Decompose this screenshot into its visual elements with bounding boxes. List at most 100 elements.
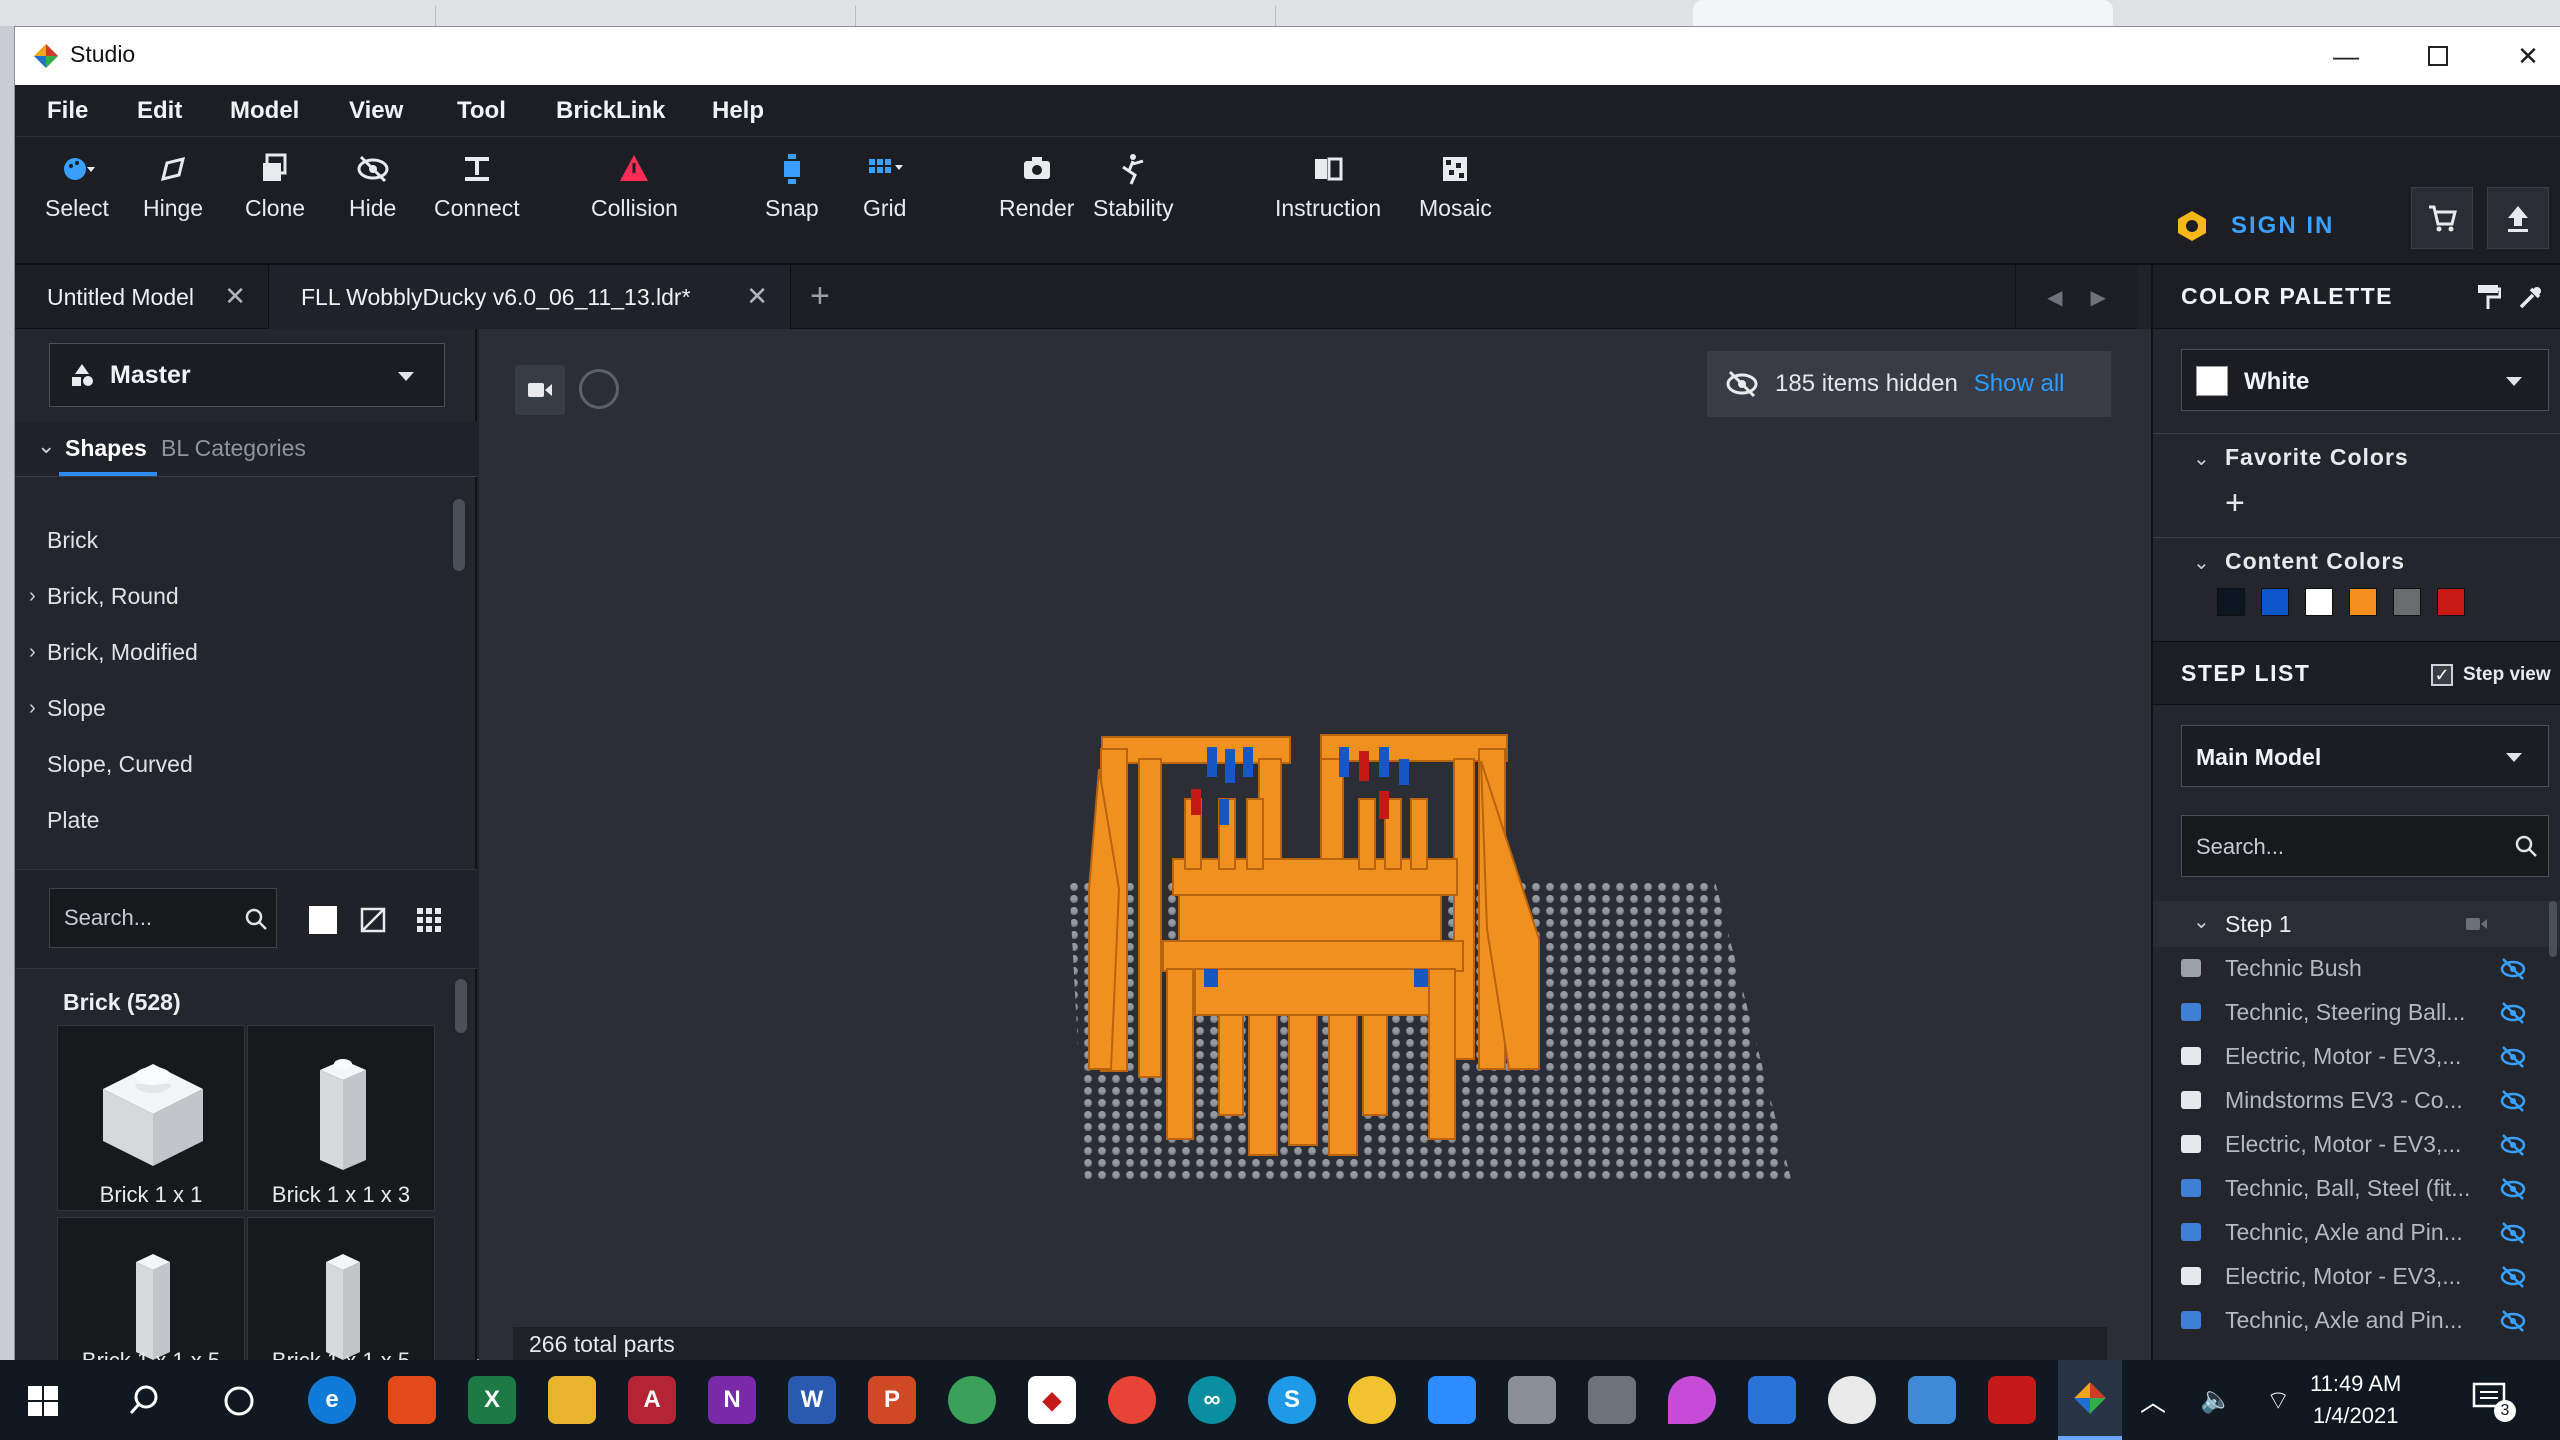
color-filter-white-icon[interactable] <box>309 906 337 934</box>
step-list-scrollbar[interactable] <box>2549 901 2557 957</box>
chevron-down-icon[interactable]: ⌄ <box>2193 550 2210 575</box>
clock-app-icon[interactable] <box>1828 1376 1876 1424</box>
maximize-button[interactable] <box>2415 33 2461 79</box>
grid-tool-button[interactable]: Grid <box>863 151 906 222</box>
stability-tool-button[interactable]: Stability <box>1093 151 1174 222</box>
volume-icon[interactable]: 🔈 <box>2200 1384 2232 1415</box>
palette-master-select[interactable]: Master <box>49 343 445 407</box>
mosaic-tool-button[interactable]: Mosaic <box>1419 151 1492 222</box>
cart-button[interactable] <box>2411 187 2473 249</box>
select-tool-button[interactable]: Select <box>45 151 109 222</box>
menu-view[interactable]: View <box>349 97 403 125</box>
office-icon[interactable] <box>388 1376 436 1424</box>
step-part-row[interactable]: Technic Bush <box>2153 947 2560 991</box>
camera-app-icon[interactable] <box>1588 1376 1636 1424</box>
part-tile[interactable]: Brick 1 x 1 <box>57 1025 245 1211</box>
content-color-swatch[interactable] <box>2437 588 2465 616</box>
step-part-row[interactable]: Electric, Motor - EV3,... <box>2153 1255 2560 1299</box>
chevron-down-icon[interactable]: ⌄ <box>37 433 55 459</box>
powerpoint-icon[interactable]: P <box>868 1376 916 1424</box>
part-tile[interactable]: Brick 1 x 1 x 5 <box>57 1217 245 1373</box>
hinge-tool-button[interactable]: Hinge <box>143 151 203 222</box>
new-tab-plus-icon[interactable]: + <box>810 277 830 316</box>
close-tab-icon[interactable]: ✕ <box>224 281 246 312</box>
content-color-swatch[interactable] <box>2393 588 2421 616</box>
photos-icon[interactable] <box>1908 1376 1956 1424</box>
notifications-button[interactable]: 3 <box>2472 1382 2516 1422</box>
menu-edit[interactable]: Edit <box>137 97 182 125</box>
category-brick[interactable]: Brick <box>47 527 98 554</box>
eye-slash-icon[interactable] <box>2499 1265 2527 1289</box>
palette-filter-icon[interactable] <box>359 906 387 934</box>
category-scrollbar[interactable] <box>453 499 465 571</box>
tab-shapes[interactable]: Shapes <box>65 435 147 462</box>
render-tool-button[interactable]: Render <box>999 151 1074 222</box>
menu-tool[interactable]: Tool <box>457 97 506 125</box>
wifi-icon[interactable]: ⌔ <box>2266 1384 2290 1417</box>
content-color-swatch[interactable] <box>2261 588 2289 616</box>
chevron-down-icon[interactable]: ⌄ <box>2193 446 2210 471</box>
paint-roller-icon[interactable] <box>2475 283 2501 311</box>
eye-slash-icon[interactable] <box>2499 1221 2527 1245</box>
category-slope-curved[interactable]: Slope, Curved <box>47 751 193 778</box>
instruction-tool-button[interactable]: Instruction <box>1275 151 1381 222</box>
category-brick-round[interactable]: › Brick, Round <box>29 583 179 610</box>
add-favorite-color-icon[interactable]: + <box>2225 484 2245 523</box>
step-camera-icon[interactable] <box>2465 915 2489 933</box>
menu-bricklink[interactable]: BrickLink <box>556 97 665 125</box>
tab-scroll-left-icon[interactable]: ◀ <box>2047 285 2062 310</box>
model-select[interactable]: Main Model <box>2181 725 2549 787</box>
minimize-button[interactable]: — <box>2323 33 2369 79</box>
file-explorer-icon[interactable] <box>548 1376 596 1424</box>
tab-fll-wobblyducky[interactable]: FLL WobblyDucky v6.0_06_11_13.ldr* ✕ <box>269 265 791 329</box>
word-icon[interactable]: W <box>788 1376 836 1424</box>
tab-untitled-model[interactable]: Untitled Model ✕ <box>15 265 269 329</box>
arduino-icon[interactable]: ∞ <box>1188 1376 1236 1424</box>
system-clock[interactable]: 11:49 AM 1/4/2021 <box>2310 1368 2401 1432</box>
clone-tool-button[interactable]: Clone <box>245 151 305 222</box>
category-plate[interactable]: Plate <box>47 807 99 834</box>
3d-viewport[interactable]: 185 items hidden Show all 266 total part… <box>479 329 2151 1361</box>
windows-start-icon[interactable] <box>28 1386 58 1416</box>
snap-tool-button[interactable]: Snap <box>765 151 819 222</box>
calendar-icon[interactable] <box>1748 1376 1796 1424</box>
content-color-swatch[interactable] <box>2305 588 2333 616</box>
part-tile[interactable]: Brick 1 x 1 x 5 <box>247 1217 435 1373</box>
weather-icon[interactable] <box>1348 1376 1396 1424</box>
part-tile[interactable]: Brick 1 x 1 x 3 <box>247 1025 435 1211</box>
menu-help[interactable]: Help <box>712 97 764 125</box>
close-tab-icon[interactable]: ✕ <box>746 281 768 312</box>
studio-taskbar-icon[interactable] <box>2058 1360 2122 1440</box>
grid-view-icon[interactable] <box>415 906 443 934</box>
tab-bl-categories[interactable]: BL Categories <box>161 435 306 462</box>
zoom-icon[interactable] <box>1428 1376 1476 1424</box>
eye-slash-icon[interactable] <box>2499 1309 2527 1333</box>
content-color-swatch[interactable] <box>2217 588 2245 616</box>
eye-slash-icon[interactable] <box>2499 1177 2527 1201</box>
lego-ev3-icon[interactable]: ◆ <box>1028 1376 1076 1424</box>
eyedropper-icon[interactable] <box>2517 283 2543 311</box>
menu-model[interactable]: Model <box>230 97 299 125</box>
eye-slash-icon[interactable] <box>2499 1001 2527 1025</box>
close-window-button[interactable]: ✕ <box>2505 33 2551 79</box>
sign-in-link[interactable]: SIGN IN <box>2175 209 2334 243</box>
search-icon[interactable] <box>128 1384 160 1416</box>
task-view-icon[interactable] <box>222 1384 256 1418</box>
tab-scroll-right-icon[interactable]: ▶ <box>2091 285 2106 310</box>
category-slope[interactable]: › Slope <box>29 695 106 722</box>
atom-app-icon[interactable] <box>948 1376 996 1424</box>
calculator-icon[interactable] <box>1508 1376 1556 1424</box>
upload-button[interactable] <box>2487 187 2549 249</box>
step-row[interactable]: ⌄ Step 1 <box>2153 901 2560 947</box>
eye-slash-icon[interactable] <box>2499 1133 2527 1157</box>
eye-slash-icon[interactable] <box>2499 1045 2527 1069</box>
parts-search-input[interactable]: Search... <box>49 888 277 948</box>
step-view-checkbox[interactable]: ✓ <box>2431 664 2453 686</box>
paint-drop-icon[interactable] <box>1668 1376 1716 1424</box>
chevron-down-icon[interactable]: ⌄ <box>2193 909 2210 934</box>
collision-tool-button[interactable]: Collision <box>591 151 678 222</box>
access-icon[interactable]: A <box>628 1376 676 1424</box>
step-part-row[interactable]: Electric, Motor - EV3,... <box>2153 1035 2560 1079</box>
parts-grid-scrollbar[interactable] <box>455 979 467 1033</box>
category-brick-modified[interactable]: › Brick, Modified <box>29 639 198 666</box>
